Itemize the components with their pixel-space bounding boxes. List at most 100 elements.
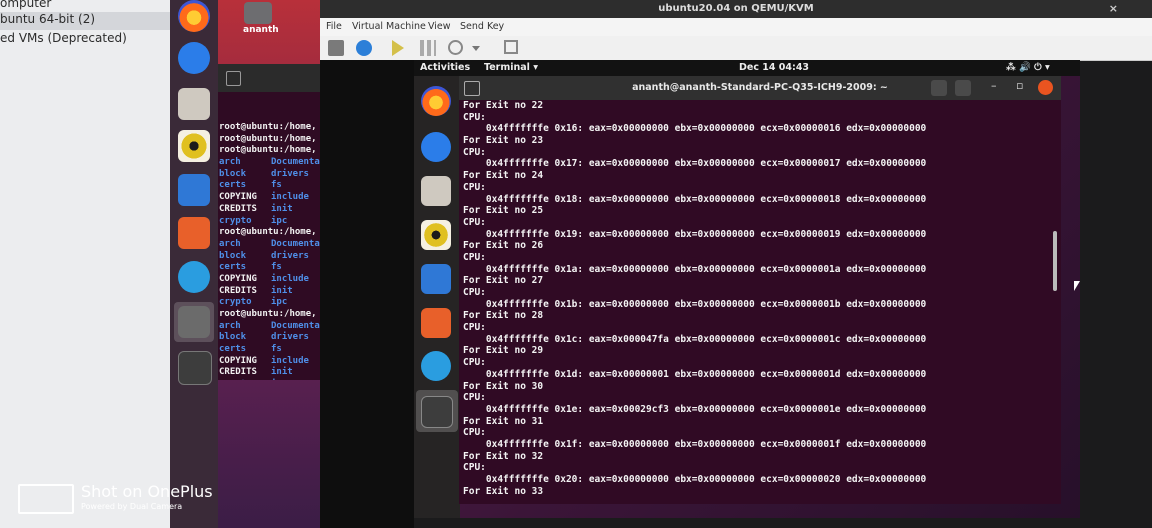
- help-icon[interactable]: [421, 351, 451, 381]
- rhythmbox-icon[interactable]: [178, 130, 210, 162]
- hamburger-menu-icon[interactable]: [955, 80, 971, 96]
- system-tray[interactable]: ⁂ 🔊 ⏻ ▾: [1006, 62, 1050, 73]
- terminal-line: CPU:: [463, 392, 486, 404]
- dir-entry: CREDITS: [219, 203, 257, 214]
- terminal-headerbar: ananth@ananth-Standard-PC-Q35-ICH9-2009:…: [459, 76, 1061, 100]
- dir-entry: certs: [219, 262, 247, 273]
- software-icon[interactable]: [178, 217, 210, 249]
- dir-entry: COPYING: [219, 273, 257, 284]
- terminal-line: For Exit no 33: [463, 485, 544, 497]
- search-icon[interactable]: [931, 80, 947, 96]
- console-icon[interactable]: [328, 40, 344, 56]
- close-icon[interactable]: ×: [1109, 2, 1118, 15]
- dir-entry: block: [219, 250, 247, 261]
- info-icon[interactable]: [356, 40, 372, 56]
- chevron-down-icon[interactable]: [472, 46, 480, 51]
- writer-icon[interactable]: [421, 264, 451, 294]
- terminal-line: For Exit no 30: [463, 380, 544, 392]
- dir-entry: include: [271, 273, 309, 284]
- help-icon[interactable]: [178, 261, 210, 293]
- power-icon[interactable]: [448, 40, 463, 55]
- host-terminal-dir-row: cryptoipc: [219, 379, 322, 380]
- writer-icon[interactable]: [178, 174, 210, 206]
- terminal-icon[interactable]: [421, 396, 453, 428]
- terminal-line: 0x4fffffffe 0x16: eax=0x00000000 ebx=0x0…: [463, 123, 927, 135]
- files-icon[interactable]: [178, 88, 210, 120]
- terminal-icon[interactable]: [178, 351, 212, 385]
- dir-entry: drivers: [271, 168, 309, 179]
- dir-entry: ipc: [271, 379, 322, 380]
- terminal-line: For Exit no 26: [463, 240, 544, 252]
- clock[interactable]: Dec 14 04:43: [739, 62, 809, 73]
- qemu-titlebar: ubuntu20.04 on QEMU/KVM ×: [320, 0, 1152, 18]
- vm-list-item[interactable]: ed VMs (Deprecated): [0, 31, 127, 49]
- qemu-toolbar: [320, 36, 1152, 61]
- home-folder-icon[interactable]: [244, 2, 272, 24]
- terminal-line: CPU:: [463, 357, 486, 369]
- terminal-line: For Exit no 24: [463, 170, 544, 182]
- scrollbar[interactable]: [1053, 231, 1057, 291]
- terminal-line: CPU:: [463, 216, 486, 228]
- fullscreen-icon[interactable]: [504, 40, 518, 54]
- host-terminal-prompt: root@ubuntu:/home,: [219, 309, 317, 319]
- menu-file[interactable]: File: [326, 21, 342, 32]
- guest-dock: [414, 76, 460, 518]
- terminal-line: CPU:: [463, 251, 486, 263]
- host-terminal-headerbar: [218, 64, 322, 92]
- host-terminal[interactable]: root@ubuntu:/home, root@ubuntu:/home, root…: [218, 64, 322, 380]
- new-tab-icon[interactable]: [226, 71, 241, 86]
- pause-icon[interactable]: [420, 40, 436, 56]
- vm-list-panel: omputer buntu 64-bit (2) ed VMs (Depreca…: [0, 0, 170, 528]
- dir-entry: arch: [219, 320, 241, 331]
- vm-list-item[interactable]: buntu 64-bit (2): [0, 12, 170, 30]
- host-terminal-dir-row: arch Documenta: [219, 157, 322, 169]
- maximize-icon[interactable]: ▫: [1016, 79, 1023, 92]
- firefox-icon[interactable]: [421, 86, 451, 116]
- thunderbird-icon[interactable]: [178, 42, 210, 74]
- dir-entry: ipc: [271, 297, 288, 308]
- run-icon[interactable]: [392, 40, 404, 56]
- host-terminal-dir-row: arch Documenta: [219, 321, 322, 333]
- close-icon[interactable]: [1038, 80, 1053, 95]
- rhythmbox-icon[interactable]: [421, 220, 451, 250]
- window-title: ubuntu20.04 on QEMU/KVM: [658, 3, 814, 14]
- host-terminal-dir-row: CREDITS init: [219, 286, 322, 298]
- dir-entry: crypto: [219, 297, 252, 308]
- watermark-text: Shot on OnePlus: [81, 482, 213, 501]
- dir-entry: fs: [271, 262, 282, 273]
- activities-button[interactable]: Activities: [420, 62, 470, 73]
- terminal-line: CPU:: [463, 462, 486, 474]
- host-terminal-prompt: root@ubuntu:/home,: [219, 133, 317, 144]
- mouse-pointer-icon: [1074, 281, 1080, 291]
- terminal-app-menu[interactable]: Terminal ▾: [484, 62, 538, 73]
- terminal-line: 0x4fffffffe 0x20: eax=0x00000000 ebx=0x0…: [463, 474, 927, 485]
- minimize-icon[interactable]: –: [991, 79, 997, 92]
- host-terminal-prompt: root@ubuntu:/home,: [219, 122, 317, 132]
- dir-entry: certs: [219, 344, 247, 355]
- dir-entry: COPYING: [219, 192, 257, 203]
- files-icon[interactable]: [421, 176, 451, 206]
- thunderbird-icon[interactable]: [421, 132, 451, 162]
- dir-entry: init: [271, 203, 293, 214]
- host-terminal-dir-row: block drivers: [219, 169, 322, 181]
- menu-send-key[interactable]: Send Key: [460, 21, 504, 32]
- terminal-line: For Exit no 25: [463, 205, 544, 217]
- firefox-icon[interactable]: [178, 0, 210, 32]
- terminal-line: 0x4fffffffe 0x1e: eax=0x00029cf3 ebx=0x0…: [463, 403, 927, 415]
- dir-entry: init: [271, 285, 293, 296]
- virt-manager-icon[interactable]: [178, 306, 210, 338]
- dir-entry: arch: [219, 238, 241, 249]
- dir-entry: Documenta: [271, 157, 320, 168]
- software-icon[interactable]: [421, 308, 451, 338]
- terminal-line: CPU:: [463, 322, 486, 334]
- terminal-line: CPU:: [463, 181, 486, 193]
- guest-terminal-window[interactable]: ananth@ananth-Standard-PC-Q35-ICH9-2009:…: [459, 76, 1061, 504]
- host-terminal-dir-row: COPYING include: [219, 356, 322, 368]
- terminal-line: CPU:: [463, 146, 486, 158]
- menu-view[interactable]: View: [428, 21, 451, 32]
- host-terminal-dir-row: COPYING include: [219, 274, 322, 286]
- host-terminal-output: root@ubuntu:/home, root@ubuntu:/home, root…: [219, 122, 322, 380]
- menu-virtual-machine[interactable]: Virtual Machine: [352, 21, 426, 32]
- terminal-line: 0x4fffffffe 0x1a: eax=0x00000000 ebx=0x0…: [463, 263, 927, 275]
- dir-entry: Documenta: [271, 238, 320, 249]
